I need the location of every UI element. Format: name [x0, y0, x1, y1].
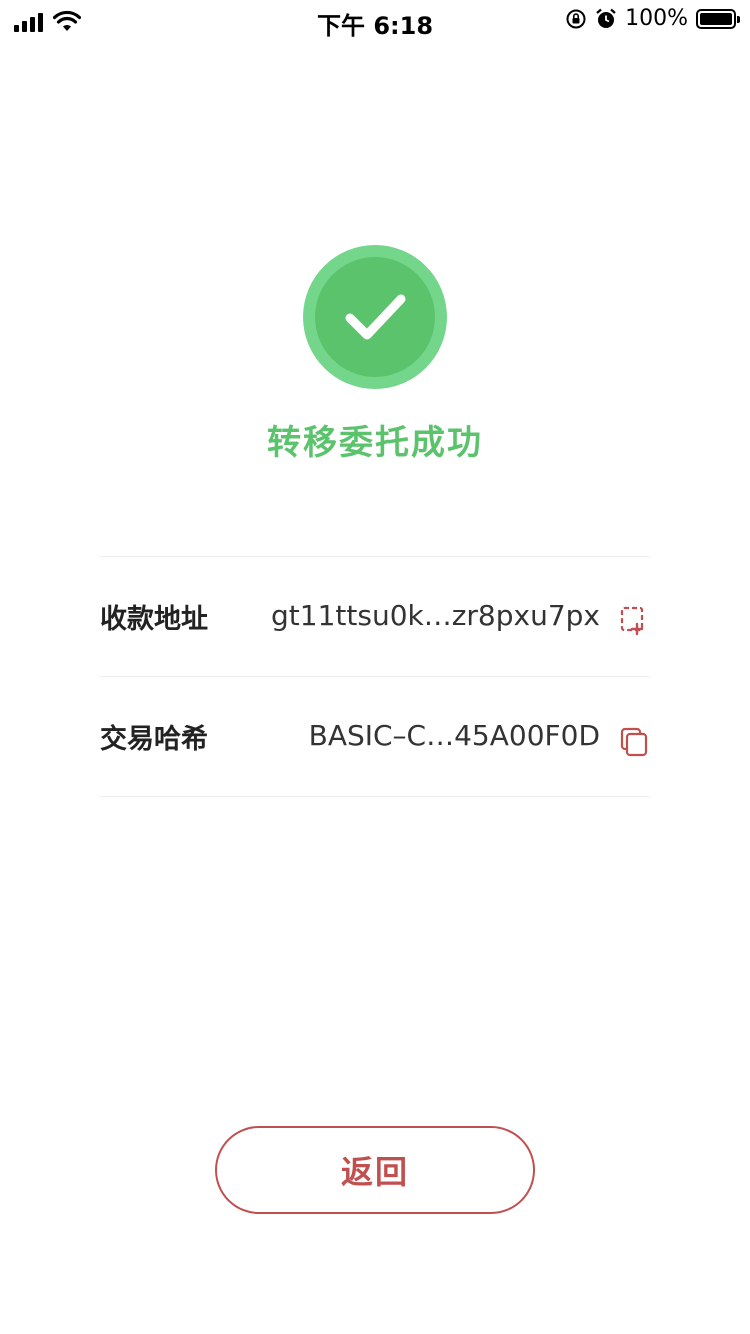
detail-value: gt11ttsu0k…zr8pxu7px	[271, 599, 600, 632]
details-list: 收款地址 gt11ttsu0k…zr8pxu7px 交易哈希 BASIC–C…4…	[100, 556, 650, 797]
copy-icon[interactable]	[620, 605, 648, 637]
detail-row-address: 收款地址 gt11ttsu0k…zr8pxu7px	[100, 557, 650, 677]
status-bar: 下午 6:18 100%	[0, 0, 750, 40]
rotation-lock-icon	[566, 9, 586, 28]
success-title: 转移委托成功	[267, 423, 483, 463]
back-button[interactable]: 返回	[215, 1126, 535, 1214]
status-right: 100%	[565, 6, 740, 31]
battery-icon	[696, 8, 740, 29]
detail-row-hash: 交易哈希 BASIC–C…45A00F0D	[100, 677, 650, 797]
battery-percent: 100%	[625, 6, 688, 31]
copy-icon[interactable]	[620, 725, 648, 757]
checkmark-icon	[345, 294, 406, 340]
detail-label: 交易哈希	[100, 724, 208, 755]
detail-label: 收款地址	[100, 604, 208, 635]
check-circle-icon	[303, 245, 447, 389]
detail-value: BASIC–C…45A00F0D	[308, 719, 600, 752]
alarm-icon	[596, 8, 616, 28]
check-circle-inner	[315, 257, 435, 377]
